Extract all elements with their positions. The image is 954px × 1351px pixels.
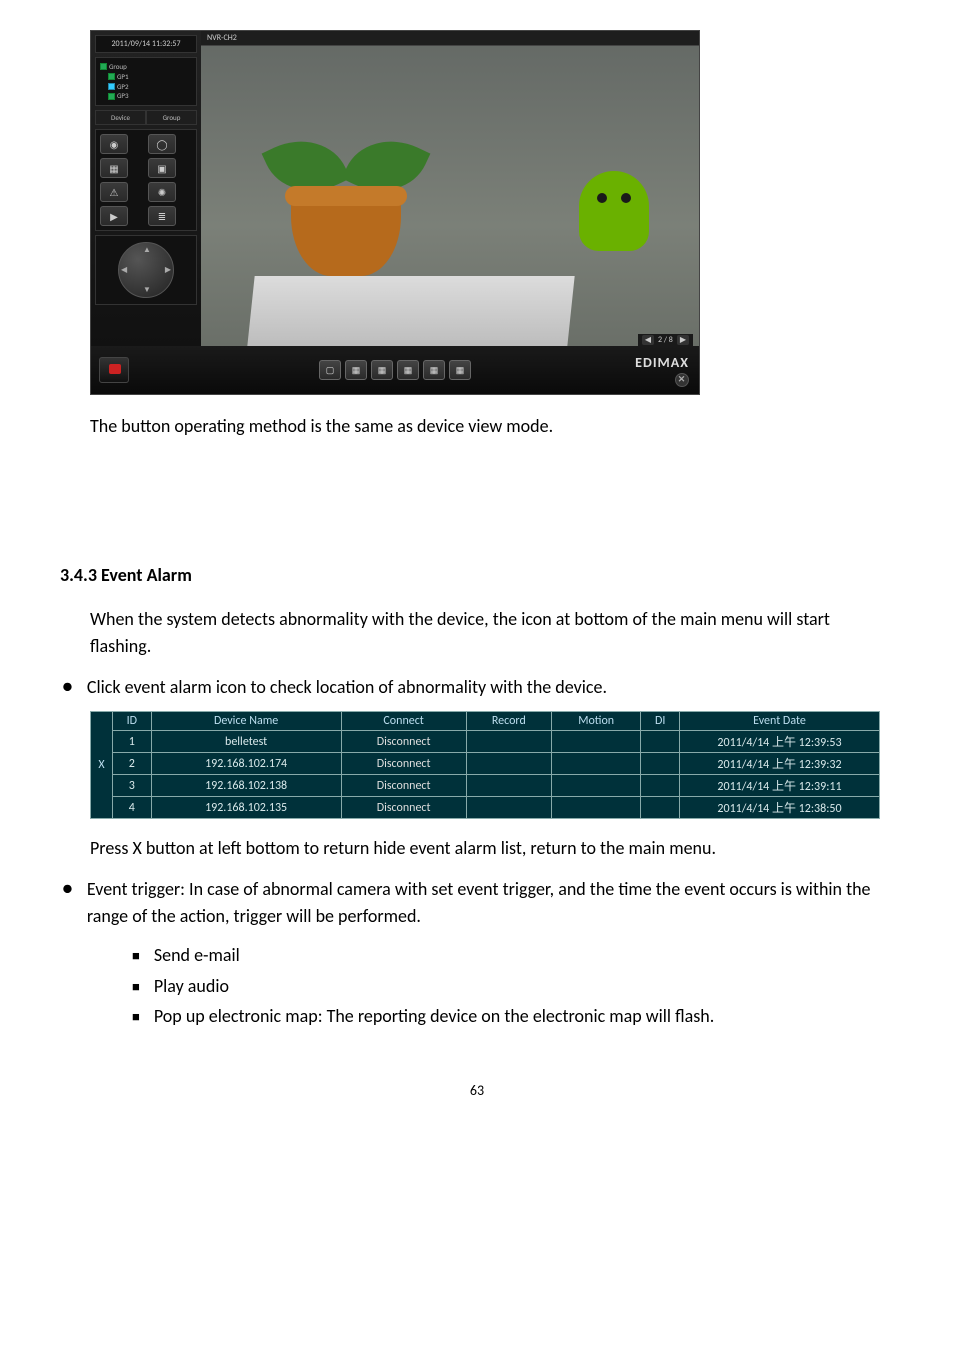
col-id: ID bbox=[113, 712, 152, 731]
nvr-bottom-bar: ▢ ▦ ▦ ▦ ▦ ▦ EDIMAX ✕ bbox=[91, 346, 699, 394]
layout-4-icon[interactable]: ▦ bbox=[345, 360, 367, 380]
bullet-text: Click event alarm icon to check location… bbox=[87, 674, 894, 701]
gear-icon[interactable]: ✺ bbox=[148, 182, 176, 202]
side-button-grid: ◉ ◯ ▦ ▣ ⚠ ✺ ▶ ≣ bbox=[95, 129, 197, 231]
timestamp: 2011/09/14 11:32:57 bbox=[95, 35, 197, 53]
col-record: Record bbox=[466, 712, 551, 731]
record-icon[interactable]: ◯ bbox=[148, 134, 176, 154]
layout-16-icon[interactable]: ▦ bbox=[449, 360, 471, 380]
grid4-icon[interactable]: ▦ bbox=[100, 158, 128, 178]
page-number: 63 bbox=[60, 1082, 894, 1099]
table-row: 3 192.168.102.138 Disconnect 2011/4/14 上… bbox=[91, 775, 880, 797]
nvr-window: 2011/09/14 11:32:57 Group GP1 GP2 GP3 De… bbox=[90, 30, 700, 395]
layout-1-icon[interactable]: ▢ bbox=[319, 360, 341, 380]
tree-item: GP2 bbox=[117, 82, 129, 92]
tree-item: GP3 bbox=[117, 91, 129, 101]
event-alarm-table: X ID Device Name Connect Record Motion D… bbox=[90, 711, 894, 819]
nvr-screenshot-figure: 2011/09/14 11:32:57 Group GP1 GP2 GP3 De… bbox=[90, 30, 894, 395]
layout-9-icon[interactable]: ▦ bbox=[423, 360, 445, 380]
warn-icon[interactable]: ⚠ bbox=[100, 182, 128, 202]
play-icon[interactable]: ▶ bbox=[100, 206, 128, 226]
table-row: 2 192.168.102.174 Disconnect 2011/4/14 上… bbox=[91, 753, 880, 775]
channel-label: NVR-CH2 bbox=[201, 31, 699, 46]
snapshot-icon[interactable]: ◉ bbox=[100, 134, 128, 154]
brand-area: EDIMAX ✕ bbox=[635, 354, 689, 387]
table-row: 4 192.168.102.135 Disconnect 2011/4/14 上… bbox=[91, 797, 880, 819]
col-di: DI bbox=[641, 712, 680, 731]
figure-caption: The button operating method is the same … bbox=[90, 413, 894, 440]
bullet-dot-icon: ● bbox=[60, 876, 73, 901]
bullet-dot-icon: ● bbox=[60, 674, 73, 699]
page-indicator: ◀ 2 / 8 ▶ bbox=[638, 334, 693, 346]
bullet-event-trigger: ● Event trigger: In case of abnormal cam… bbox=[60, 876, 894, 930]
alert-device-icon[interactable] bbox=[99, 357, 129, 383]
col-date: Event Date bbox=[680, 712, 880, 731]
close-icon[interactable]: ✕ bbox=[675, 373, 689, 387]
bullet-click-alarm: ● Click event alarm icon to check locati… bbox=[60, 674, 894, 701]
list-item: Send e-mail bbox=[132, 940, 894, 971]
press-x-note: Press X button at left bottom to return … bbox=[90, 835, 894, 862]
list-item: Pop up electronic map: The reporting dev… bbox=[132, 1001, 894, 1032]
section-intro: When the system detects abnormality with… bbox=[90, 606, 894, 660]
camera-scene: ◀ 2 / 8 ▶ bbox=[201, 46, 699, 346]
layout-8-icon[interactable]: ▦ bbox=[397, 360, 419, 380]
next-page-icon[interactable]: ▶ bbox=[677, 335, 689, 345]
tab-device[interactable]: Device bbox=[95, 110, 146, 125]
trigger-action-list: Send e-mail Play audio Pop up electronic… bbox=[132, 940, 894, 1032]
col-device: Device Name bbox=[151, 712, 341, 731]
video-viewport: NVR-CH2 ◀ 2 / 8 ▶ bbox=[201, 31, 699, 346]
table-row: 1 belletest Disconnect 2011/4/14 上午 12:3… bbox=[91, 731, 880, 753]
list-icon[interactable]: ≣ bbox=[148, 206, 176, 226]
grid1-icon[interactable]: ▣ bbox=[148, 158, 176, 178]
bullet-text: Event trigger: In case of abnormal camer… bbox=[87, 876, 894, 930]
nvr-sidebar: 2011/09/14 11:32:57 Group GP1 GP2 GP3 De… bbox=[91, 31, 201, 346]
prev-page-icon[interactable]: ◀ bbox=[642, 335, 654, 345]
group-tree[interactable]: Group GP1 GP2 GP3 bbox=[95, 57, 197, 106]
col-connect: Connect bbox=[341, 712, 466, 731]
list-item: Play audio bbox=[132, 971, 894, 1002]
tree-item: GP1 bbox=[117, 72, 129, 82]
pager-value: 2 / 8 bbox=[658, 335, 673, 345]
layout-6-icon[interactable]: ▦ bbox=[371, 360, 393, 380]
brand-label: EDIMAX bbox=[635, 354, 689, 371]
close-event-list-button[interactable]: X bbox=[91, 712, 113, 819]
tree-root: Group bbox=[109, 62, 127, 72]
tab-group[interactable]: Group bbox=[146, 110, 197, 125]
section-heading: 3.4.3 Event Alarm bbox=[60, 564, 894, 586]
ptz-joystick[interactable]: ▲ ▼ ◀ ▶ bbox=[95, 235, 197, 305]
col-motion: Motion bbox=[551, 712, 640, 731]
